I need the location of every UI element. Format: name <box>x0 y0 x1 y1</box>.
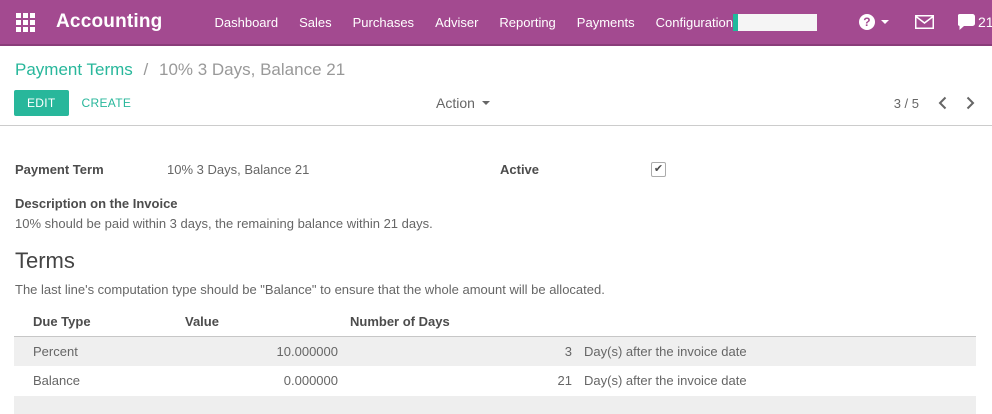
nav-item-dashboard[interactable]: Dashboard <box>215 11 279 34</box>
cell-number-of-days: 3 <box>344 337 578 367</box>
cell-due-type: Balance <box>14 366 179 395</box>
user-menu[interactable] <box>733 14 817 31</box>
control-panel: EDIT CREATE Action 3 / 5 <box>0 90 992 116</box>
breadcrumb-current-record: 10% 3 Days, Balance 21 <box>159 60 345 79</box>
cell-option: Day(s) after the invoice date <box>578 366 976 395</box>
chevron-left-icon <box>938 96 947 110</box>
table-row[interactable]: Balance 0.000000 21 Day(s) after the inv… <box>14 366 976 395</box>
invoice-description-value: 10% should be paid within 3 days, the re… <box>15 216 977 231</box>
column-header-number-of-days: Number of Days <box>344 309 578 337</box>
cell-option: Day(s) after the invoice date <box>578 337 976 367</box>
edit-button[interactable]: EDIT <box>14 90 69 116</box>
app-title: Accounting <box>56 11 163 33</box>
terms-helper-text: The last line's computation type should … <box>15 282 977 297</box>
terms-lines-table: Due Type Value Number of Days Percent 10… <box>14 309 976 395</box>
terms-section-heading: Terms <box>15 248 977 274</box>
apps-grid-icon[interactable] <box>16 13 35 32</box>
payment-term-field: Payment Term 10% 3 Days, Balance 21 <box>15 162 500 177</box>
chat-bubble-icon <box>958 14 975 30</box>
payment-term-label: Payment Term <box>15 162 167 177</box>
chevron-down-icon <box>881 20 889 24</box>
nav-item-configuration[interactable]: Configuration <box>656 11 733 34</box>
invoice-description-field: Description on the Invoice 10% should be… <box>15 196 977 231</box>
nav-item-sales[interactable]: Sales <box>299 11 332 34</box>
nav-item-purchases[interactable]: Purchases <box>353 11 414 34</box>
chevron-right-icon <box>966 96 975 110</box>
create-button[interactable]: CREATE <box>76 96 138 110</box>
cell-value: 10.000000 <box>179 337 344 367</box>
form-fields-row: Payment Term 10% 3 Days, Balance 21 Acti… <box>15 162 977 177</box>
breadcrumb: Payment Terms / 10% 3 Days, Balance 21 <box>0 46 992 80</box>
payment-term-form: Payment Term 10% 3 Days, Balance 21 Acti… <box>0 126 992 297</box>
table-footer-strip <box>14 396 976 414</box>
help-icon: ? <box>859 14 875 30</box>
payment-term-value: 10% 3 Days, Balance 21 <box>167 162 309 177</box>
envelope-icon <box>915 15 934 29</box>
nav-item-payments[interactable]: Payments <box>577 11 635 34</box>
pager-next-button[interactable] <box>966 96 975 110</box>
active-label: Active <box>500 162 651 177</box>
column-header-due-type: Due Type <box>14 309 179 337</box>
record-pager: 3 / 5 <box>894 96 975 111</box>
breadcrumb-payment-terms-link[interactable]: Payment Terms <box>15 60 133 79</box>
cell-number-of-days: 21 <box>344 366 578 395</box>
pager-previous-button[interactable] <box>938 96 947 110</box>
active-field: Active ✔ <box>500 162 666 177</box>
top-navbar: Accounting Dashboard Sales Purchases Adv… <box>0 0 992 46</box>
pager-value: 3 / 5 <box>894 96 919 111</box>
action-dropdown-label: Action <box>436 95 475 111</box>
help-menu[interactable]: ? <box>859 14 889 30</box>
invoice-description-label: Description on the Invoice <box>15 196 977 211</box>
cell-due-type: Percent <box>14 337 179 367</box>
breadcrumb-separator: / <box>144 60 149 79</box>
topbar-right-cluster: ? 21 <box>733 14 992 31</box>
chevron-down-icon <box>482 101 490 105</box>
nav-item-adviser[interactable]: Adviser <box>435 11 478 34</box>
column-header-value: Value <box>179 309 344 337</box>
active-checkbox[interactable]: ✔ <box>651 162 666 177</box>
discuss-button[interactable]: 21 <box>958 14 992 30</box>
messages-inbox-button[interactable] <box>915 15 934 29</box>
terms-table-header-row: Due Type Value Number of Days <box>14 309 976 337</box>
nav-item-reporting[interactable]: Reporting <box>499 11 555 34</box>
discuss-unread-count: 21 <box>978 14 992 30</box>
user-menu-accent-strip <box>733 14 738 31</box>
cell-value: 0.000000 <box>179 366 344 395</box>
column-header-option <box>578 309 976 337</box>
top-menu: Dashboard Sales Purchases Adviser Report… <box>215 11 733 34</box>
action-dropdown[interactable]: Action <box>436 90 490 116</box>
table-row[interactable]: Percent 10.000000 3 Day(s) after the inv… <box>14 337 976 367</box>
